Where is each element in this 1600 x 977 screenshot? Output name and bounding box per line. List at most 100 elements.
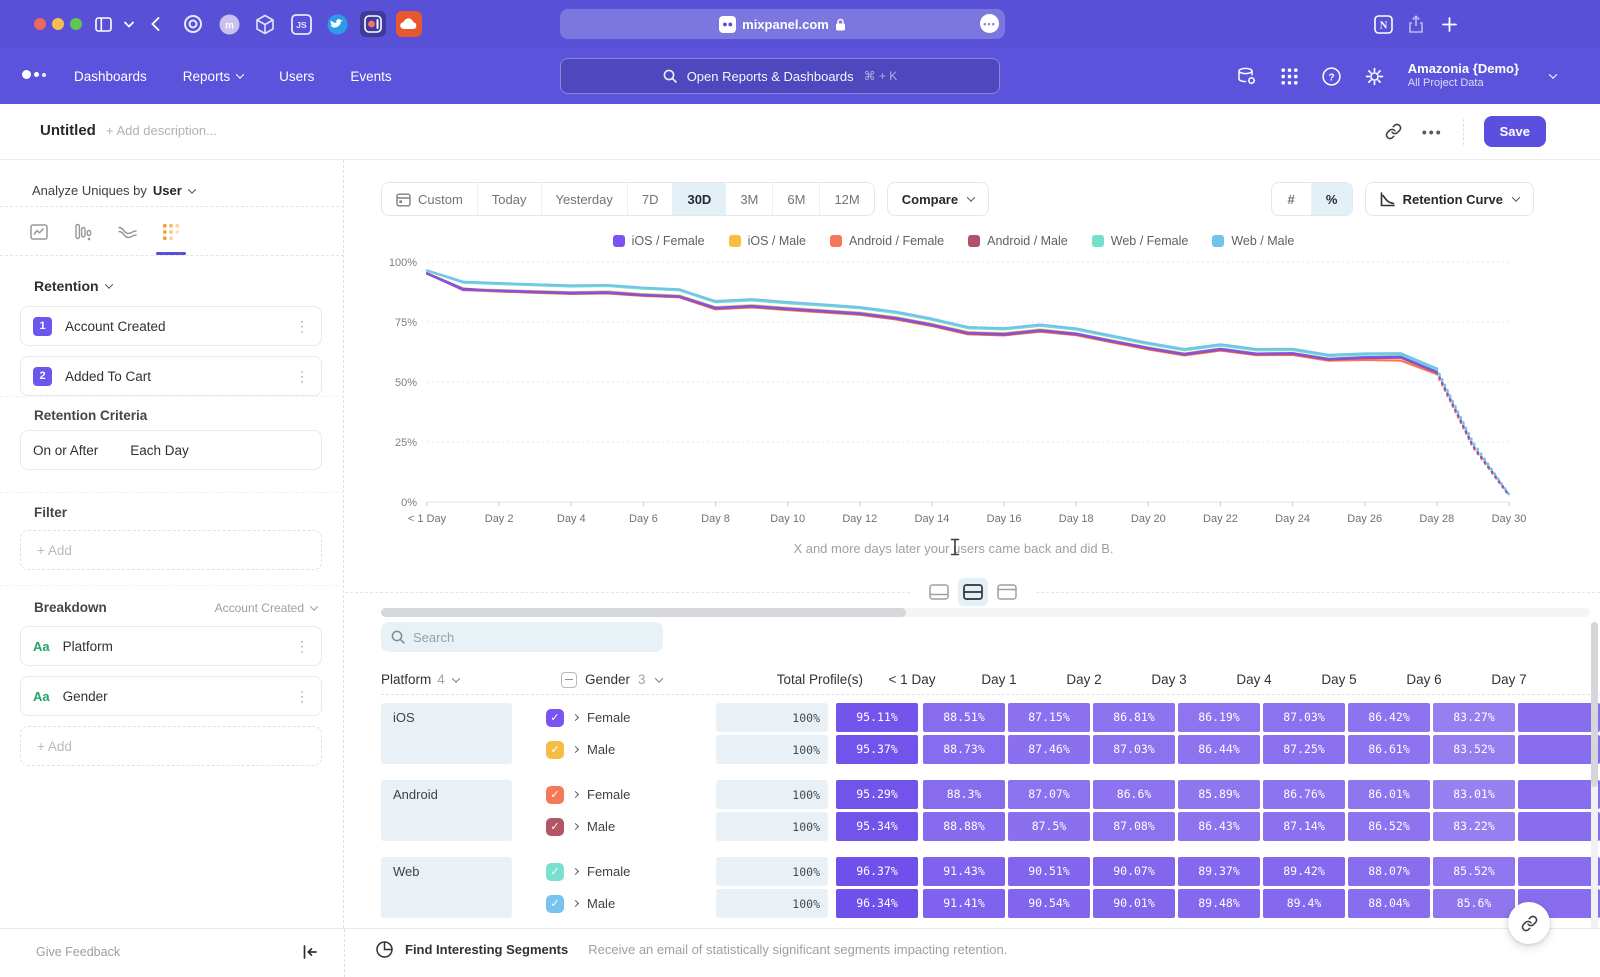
kebab-menu-icon[interactable]: ⋮ (295, 318, 309, 335)
row-checkbox[interactable]: ✓ (546, 709, 564, 727)
criteria-mode[interactable]: On or After (33, 443, 98, 458)
share-link-fab[interactable] (1508, 902, 1550, 944)
step-card-added-to-cart[interactable]: 2 Added To Cart ⋮ (20, 356, 322, 396)
find-interesting-segments[interactable]: Find Interesting Segments Receive an ema… (376, 941, 1007, 958)
retention-value-cell[interactable]: 87.46% (1008, 735, 1090, 764)
mode-absolute[interactable]: # (1272, 183, 1312, 215)
collapse-sidebar-icon[interactable] (302, 944, 318, 960)
retention-value-cell[interactable]: 91.41% (923, 889, 1005, 918)
retention-value-cell[interactable]: 90.54% (1008, 889, 1090, 918)
help-icon[interactable]: ? (1322, 67, 1341, 86)
extension-js-icon[interactable]: JS (288, 11, 314, 37)
day-column-header[interactable]: Day 5 (1298, 672, 1380, 687)
step-card-account-created[interactable]: 1 Account Created ⋮ (20, 306, 322, 346)
retention-value-cell[interactable]: 87.14% (1263, 812, 1345, 841)
retention-value-cell[interactable]: 88.04% (1348, 889, 1430, 918)
legend-item[interactable]: Web / Female (1092, 234, 1189, 248)
retention-value-cell[interactable]: 87.15% (1008, 703, 1090, 732)
row-checkbox[interactable]: ✓ (546, 895, 564, 913)
window-zoom-button[interactable] (70, 18, 82, 30)
legend-item[interactable]: iOS / Female (613, 234, 705, 248)
notion-icon[interactable]: N (1370, 11, 1396, 37)
retention-value-cell[interactable]: 96.37% (836, 857, 918, 886)
project-selector[interactable]: Amazonia {Demo} All Project Data (1408, 61, 1519, 91)
retention-value-cell[interactable]: 88.88% (923, 812, 1005, 841)
retention-value-cell[interactable]: 87.08% (1093, 812, 1175, 841)
retention-value-cell[interactable]: 86.52% (1348, 812, 1430, 841)
chart-type-selector[interactable]: Retention Curve (1365, 182, 1534, 216)
breakdown-card-platform[interactable]: Aa Platform ⋮ (20, 626, 322, 666)
legend-item[interactable]: Android / Male (968, 234, 1068, 248)
more-options-button[interactable]: ••• (1422, 124, 1443, 140)
mode-percent[interactable]: % (1312, 183, 1352, 215)
retention-value-cell[interactable]: 83.52% (1433, 735, 1515, 764)
legend-item[interactable]: Web / Male (1212, 234, 1294, 248)
total-profiles-header[interactable]: Total Profile(s) (751, 672, 863, 687)
range-6m[interactable]: 6M (773, 183, 820, 215)
criteria-card[interactable]: On or After Each Day (20, 430, 322, 470)
retention-value-cell[interactable]: 85.52% (1433, 857, 1515, 886)
expand-chevron-icon[interactable] (572, 791, 579, 798)
window-close-button[interactable] (34, 18, 46, 30)
tab-funnels[interactable] (74, 223, 92, 241)
analyze-uniques-row[interactable]: Analyze Uniques by User (32, 183, 195, 198)
breakdown-add-button[interactable]: + Add (20, 726, 322, 766)
sidebar-toggle-icon[interactable] (90, 11, 116, 37)
nav-reports[interactable]: Reports (183, 69, 243, 84)
retention-value-cell[interactable]: 87.03% (1093, 735, 1175, 764)
kebab-menu-icon[interactable]: ⋮ (295, 688, 309, 705)
chevron-down-icon[interactable] (116, 11, 142, 37)
retention-value-cell[interactable]: 87.5% (1008, 812, 1090, 841)
retention-value-cell[interactable]: 86.42% (1348, 703, 1430, 732)
expand-chevron-icon[interactable] (572, 900, 579, 907)
row-checkbox[interactable]: ✓ (546, 786, 564, 804)
retention-value-cell[interactable]: 90.01% (1093, 889, 1175, 918)
filter-add-button[interactable]: + Add (20, 530, 322, 570)
save-button[interactable]: Save (1484, 116, 1546, 147)
project-chevron-icon[interactable] (1549, 70, 1557, 78)
nav-events[interactable]: Events (350, 69, 391, 84)
extension-target-icon[interactable] (180, 11, 206, 37)
day-column-header[interactable]: Day 1 (958, 672, 1040, 687)
day-column-header[interactable]: < 1 Day (871, 672, 953, 687)
retention-value-cell[interactable]: 83.22% (1433, 812, 1515, 841)
site-settings-icon[interactable]: ••• (980, 14, 999, 33)
compare-button[interactable]: Compare (887, 182, 989, 216)
retention-value-cell[interactable]: 96.34% (836, 889, 918, 918)
retention-value-cell[interactable]: 88.73% (923, 735, 1005, 764)
mixpanel-logo[interactable] (22, 70, 46, 79)
retention-value-cell[interactable]: 83.27% (1433, 703, 1515, 732)
tab-insights[interactable] (30, 223, 48, 241)
layout-chart-only-button[interactable] (924, 578, 954, 606)
retention-value-cell[interactable]: 90.51% (1008, 857, 1090, 886)
retention-value-cell[interactable]: 95.29% (836, 780, 918, 809)
retention-value-cell[interactable]: 88.51% (923, 703, 1005, 732)
range-7d[interactable]: 7D (628, 183, 674, 215)
retention-value-cell[interactable]: 89.48% (1178, 889, 1260, 918)
retention-value-cell[interactable]: 86.44% (1178, 735, 1260, 764)
retention-value-cell[interactable]: 95.34% (836, 812, 918, 841)
retention-value-cell[interactable]: 85.6% (1433, 889, 1515, 918)
tab-retention[interactable] (162, 223, 180, 241)
expand-chevron-icon[interactable] (572, 868, 579, 875)
retention-value-cell[interactable]: 86.6% (1093, 780, 1175, 809)
range-yesterday[interactable]: Yesterday (542, 183, 628, 215)
window-minimize-button[interactable] (52, 18, 64, 30)
new-tab-icon[interactable] (1436, 11, 1462, 37)
retention-value-cell[interactable]: 91.43% (923, 857, 1005, 886)
extension-cloud-icon[interactable] (396, 11, 422, 37)
report-description-placeholder[interactable]: + Add description... (106, 123, 217, 138)
retention-value-cell[interactable]: 87.07% (1008, 780, 1090, 809)
select-all-checkbox[interactable] (561, 672, 577, 688)
retention-value-cell[interactable]: 95.37% (836, 735, 918, 764)
retention-value-cell[interactable]: 90.07% (1093, 857, 1175, 886)
retention-value-cell[interactable]: 88.07% (1348, 857, 1430, 886)
breakdown-scope-selector[interactable]: Account Created (215, 601, 317, 615)
retention-value-cell[interactable]: 86.81% (1093, 703, 1175, 732)
kebab-menu-icon[interactable]: ⋮ (295, 368, 309, 385)
row-checkbox[interactable]: ✓ (546, 863, 564, 881)
give-feedback-link[interactable]: Give Feedback (36, 945, 120, 959)
retention-value-cell[interactable]: 89.37% (1178, 857, 1260, 886)
nav-users[interactable]: Users (279, 69, 314, 84)
extension-recorder-icon[interactable] (360, 11, 386, 37)
